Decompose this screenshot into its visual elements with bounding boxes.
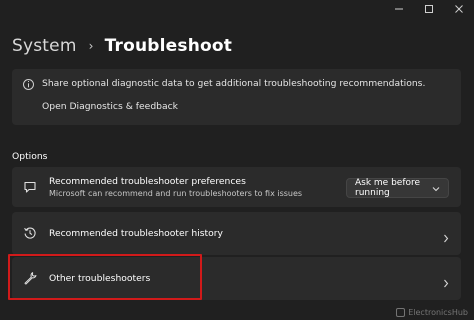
history-icon <box>23 226 37 240</box>
open-diagnostics-link[interactable]: Open Diagnostics & feedback <box>42 101 178 112</box>
watermark-text: ElectronicsHub <box>408 308 468 317</box>
other-troubleshooters-title: Other troubleshooters <box>49 273 151 284</box>
info-icon <box>23 79 34 90</box>
preferences-title: Recommended troubleshooter preferences <box>49 176 246 187</box>
chevron-right-icon <box>443 273 449 292</box>
watermark: ElectronicsHub <box>396 308 468 317</box>
troubleshooter-history-row[interactable]: Recommended troubleshooter history <box>12 212 461 255</box>
maximize-icon[interactable] <box>414 0 444 18</box>
breadcrumb: System › Troubleshoot <box>12 34 232 58</box>
diagnostic-info-card: Share optional diagnostic data to get ad… <box>12 69 461 125</box>
preferences-subtitle: Microsoft can recommend and run troubles… <box>49 189 303 198</box>
breadcrumb-separator: › <box>88 39 94 53</box>
chevron-down-icon <box>432 185 440 195</box>
options-heading: Options <box>12 151 48 162</box>
breadcrumb-system[interactable]: System <box>12 36 77 56</box>
window-controls <box>384 0 474 18</box>
run-preference-dropdown[interactable]: Ask me before running <box>346 178 449 198</box>
page-title: Troubleshoot <box>104 36 233 56</box>
history-title: Recommended troubleshooter history <box>49 228 223 239</box>
recommended-preferences-row: Recommended troubleshooter preferences M… <box>12 167 461 207</box>
chat-bubble-icon <box>23 180 37 194</box>
diagnostic-info-text: Share optional diagnostic data to get ad… <box>42 78 426 89</box>
wrench-icon <box>23 271 37 285</box>
other-troubleshooters-row[interactable]: Other troubleshooters <box>12 257 461 300</box>
close-icon[interactable] <box>444 0 474 18</box>
chevron-right-icon <box>443 228 449 247</box>
watermark-logo-icon <box>396 308 406 317</box>
minimize-icon[interactable] <box>384 0 414 18</box>
